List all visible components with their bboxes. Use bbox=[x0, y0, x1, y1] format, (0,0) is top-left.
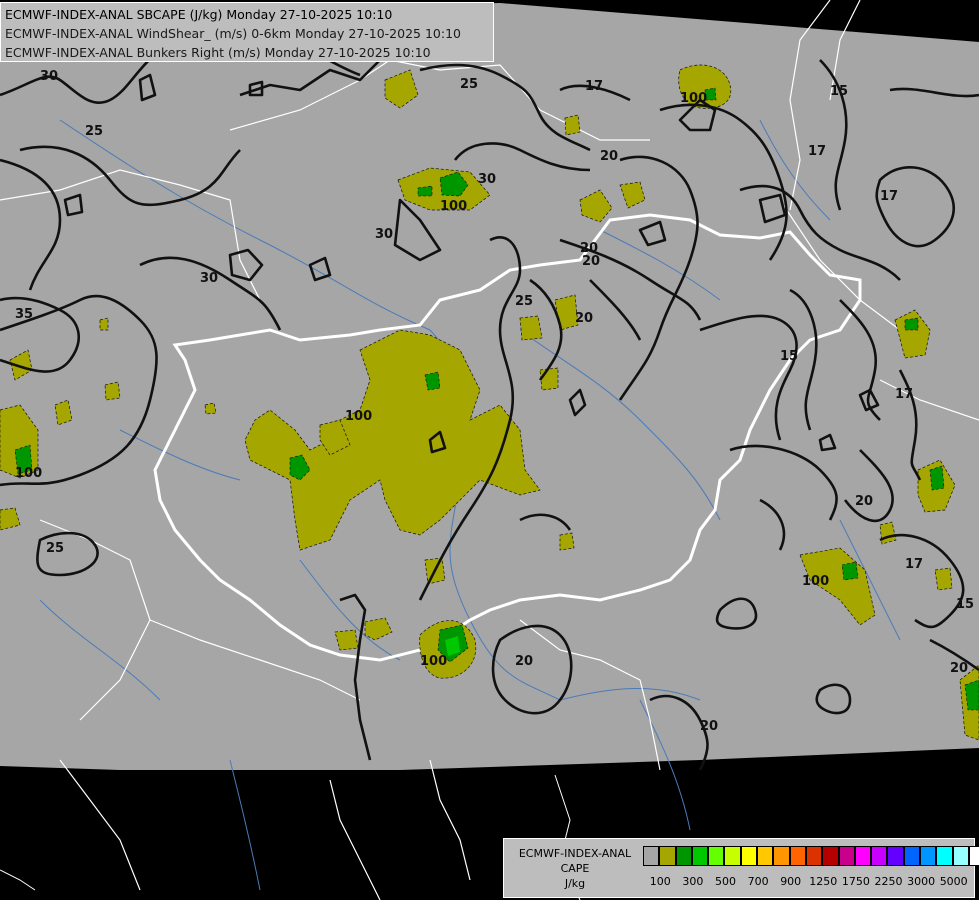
legend-tick-label: 100 bbox=[649, 875, 671, 888]
land-area bbox=[0, 3, 979, 770]
map-root: 30 25 25 17 15 17 17 20 30 100 30 25 30 … bbox=[0, 0, 979, 900]
legend-swatch bbox=[903, 846, 921, 866]
contour-label: 15 bbox=[780, 349, 798, 364]
contour-label: 100 bbox=[420, 654, 447, 669]
contour-label: 20 bbox=[855, 494, 873, 509]
legend-swatch bbox=[805, 846, 823, 866]
contour-label: 30 bbox=[478, 172, 496, 187]
legend-swatch bbox=[659, 846, 676, 866]
legend-tick-label: 1250 bbox=[809, 875, 838, 888]
contour-label: 30 bbox=[375, 227, 393, 242]
legend-swatch bbox=[871, 846, 888, 866]
legend-tick-label: 1750 bbox=[841, 875, 870, 888]
contour-label: 100 bbox=[440, 199, 467, 214]
legend-tick-label: 3000 bbox=[907, 875, 936, 888]
legend-tick-label: 2250 bbox=[874, 875, 903, 888]
legend-tick-label: 5000 bbox=[939, 875, 968, 888]
contour-label: 17 bbox=[585, 79, 603, 94]
contour-label: 20 bbox=[950, 661, 968, 676]
legend-swatch bbox=[789, 846, 806, 866]
cape-legend: ECMWF-INDEX-ANAL CAPE J/kg 100 300 500 700 9… bbox=[503, 838, 979, 898]
contour-label: 25 bbox=[515, 294, 533, 309]
legend-swatch bbox=[952, 846, 969, 866]
legend-tick-label: 900 bbox=[780, 875, 802, 888]
legend-swatch bbox=[708, 846, 725, 866]
legend-title-model: ECMWF-INDEX-ANAL bbox=[518, 847, 632, 860]
legend-tick-label: 700 bbox=[747, 875, 769, 888]
legend-swatch bbox=[675, 846, 692, 866]
contour-label: 100 bbox=[802, 574, 829, 589]
title-sbcape: ECMWF-INDEX-ANAL SBCAPE (J/kg) Monday 27… bbox=[5, 7, 393, 22]
legend-swatch bbox=[740, 846, 758, 866]
contour-label: 100 bbox=[680, 91, 707, 106]
legend-swatch bbox=[920, 846, 937, 866]
contour-label: 25 bbox=[85, 124, 103, 139]
legend-title-param: CAPE bbox=[560, 862, 590, 875]
legend-swatch bbox=[838, 846, 855, 866]
contour-label: 20 bbox=[515, 654, 533, 669]
outer-borders bbox=[0, 774, 581, 900]
contour-label: 25 bbox=[460, 77, 478, 92]
legend-swatch bbox=[643, 846, 660, 866]
legend-swatch bbox=[936, 846, 953, 866]
legend-swatch bbox=[757, 846, 774, 866]
contour-label: 20 bbox=[580, 241, 598, 256]
weather-map: 30 25 25 17 15 17 17 20 30 100 30 25 30 … bbox=[0, 0, 979, 900]
contour-label: 17 bbox=[905, 557, 923, 572]
legend-swatch bbox=[691, 846, 709, 866]
contour-label: 17 bbox=[895, 387, 913, 402]
contour-label: 17 bbox=[880, 189, 898, 204]
contour-label: 30 bbox=[200, 271, 218, 286]
legend-swatch bbox=[854, 846, 872, 866]
contour-label: 20 bbox=[575, 311, 593, 326]
title-box: ECMWF-INDEX-ANAL SBCAPE (J/kg) Monday 27… bbox=[0, 2, 494, 62]
legend-title-unit: J/kg bbox=[564, 877, 586, 890]
legend-swatches bbox=[643, 846, 979, 866]
legend-tick-label: 300 bbox=[682, 875, 704, 888]
legend-title: ECMWF-INDEX-ANAL CAPE J/kg bbox=[506, 846, 644, 891]
contour-label: 30 bbox=[40, 69, 58, 84]
contour-label: 35 bbox=[15, 307, 33, 322]
contour-label: 25 bbox=[46, 541, 64, 556]
legend-swatch bbox=[773, 846, 790, 866]
contour-label: 100 bbox=[15, 466, 42, 481]
contour-label: 100 bbox=[345, 409, 372, 424]
legend-ticks: 100 300 500 700 900 1250 1750 2250 3000 5000 bbox=[643, 875, 973, 889]
contour-label: 20 bbox=[700, 719, 718, 734]
legend-swatch bbox=[968, 846, 979, 866]
title-bunkers: ECMWF-INDEX-ANAL Bunkers Right (m/s) Mon… bbox=[5, 45, 431, 60]
legend-swatch bbox=[724, 846, 741, 866]
contour-label: 17 bbox=[808, 144, 826, 159]
title-windshear: ECMWF-INDEX-ANAL WindShear_ (m/s) 0-6km … bbox=[5, 26, 461, 41]
contour-label: 20 bbox=[582, 254, 600, 269]
contour-label: 15 bbox=[956, 597, 974, 612]
contour-label: 20 bbox=[600, 149, 618, 164]
legend-swatch bbox=[887, 846, 904, 866]
legend-tick-label: 500 bbox=[715, 875, 736, 888]
contour-label: 15 bbox=[830, 84, 848, 99]
legend-swatch bbox=[822, 846, 839, 866]
